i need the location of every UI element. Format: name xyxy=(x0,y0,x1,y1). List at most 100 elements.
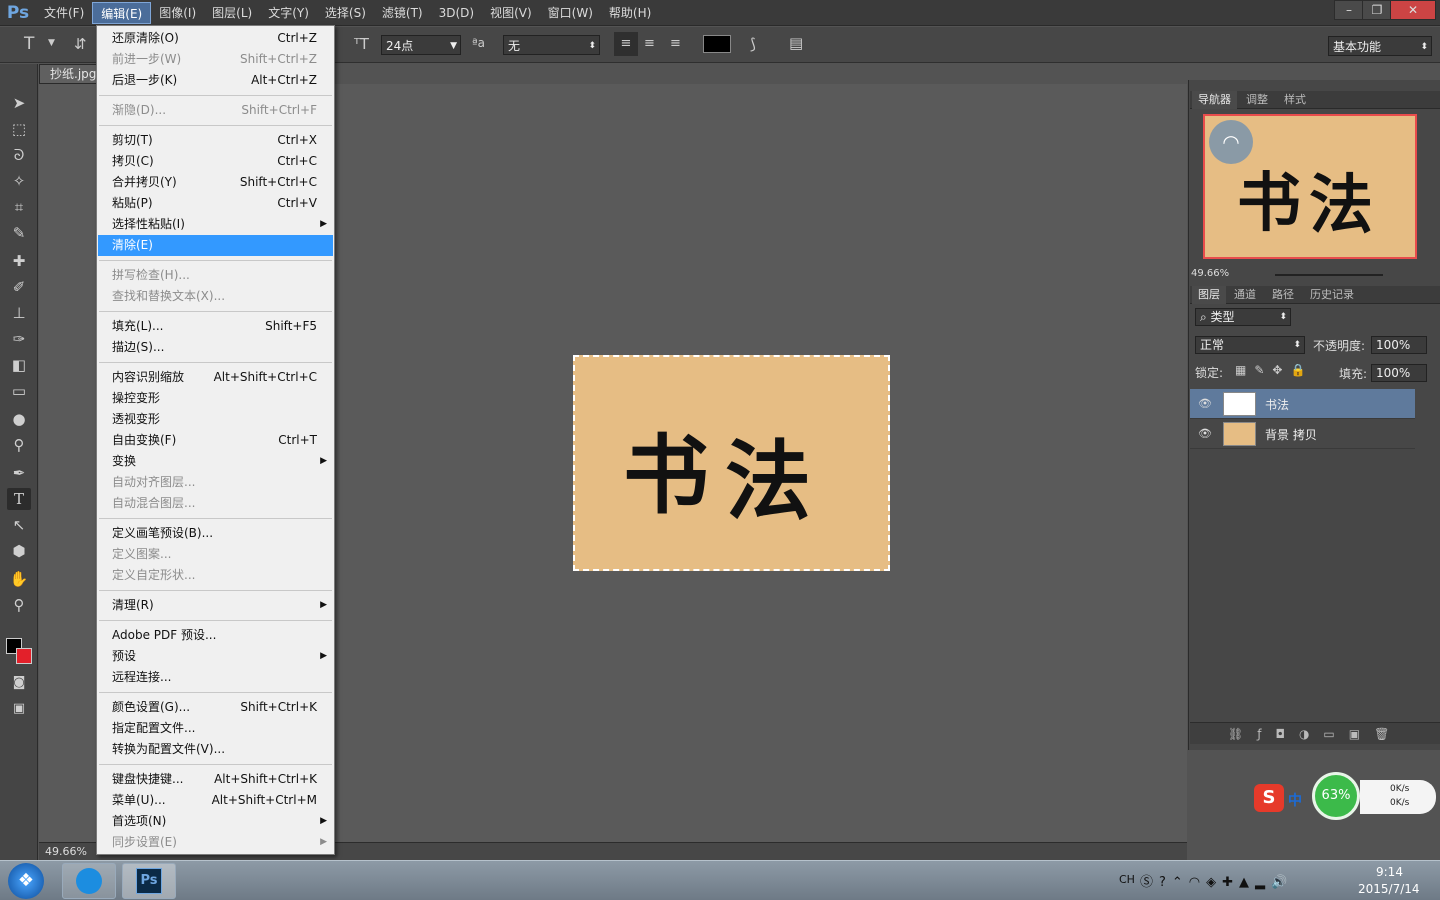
edit-menu-item[interactable]: 渐隐(D)... Shift+Ctrl+F xyxy=(98,100,333,121)
edit-menu-item[interactable]: 清除(E) xyxy=(98,235,333,256)
edit-menu-item[interactable]: 远程连接... xyxy=(98,667,333,688)
tab-navigator[interactable]: 导航器 xyxy=(1192,91,1237,109)
opacity-field[interactable]: 100% xyxy=(1371,336,1427,354)
visibility-eye-icon[interactable]: 👁 xyxy=(1198,397,1212,410)
eyedropper-tool-icon[interactable]: ✎ xyxy=(7,222,31,244)
edit-menu-item[interactable]: 菜单(U)... Alt+Shift+Ctrl+M xyxy=(98,790,333,811)
navigator-zoom-slider[interactable] xyxy=(1275,274,1383,276)
move-tool-icon[interactable]: ➤ xyxy=(7,92,31,114)
edit-menu-item[interactable]: 清理(R) ▶ xyxy=(98,595,333,616)
blend-mode-select[interactable]: 正常 ⬍ xyxy=(1195,336,1305,354)
speed-ball[interactable]: 63% xyxy=(1312,772,1360,820)
edit-menu-item[interactable]: 还原清除(O) Ctrl+Z xyxy=(98,28,333,49)
document-image[interactable]: 书 法 xyxy=(573,355,890,571)
sogou-ime-icon[interactable]: S xyxy=(1254,784,1284,812)
edit-menu-item[interactable]: 前进一步(W) Shift+Ctrl+Z xyxy=(98,49,333,70)
antialias-select[interactable]: 无 ⬍ xyxy=(503,35,600,55)
edit-menu-item[interactable]: 键盘快捷键... Alt+Shift+Ctrl+K xyxy=(98,769,333,790)
tray-icons[interactable]: Ⓢ?⌃◠◈✚▲▂🔊 xyxy=(1140,871,1293,890)
workspace-select[interactable]: 基本功能 ⬍ xyxy=(1328,36,1432,56)
status-zoom[interactable]: 49.66% xyxy=(45,845,87,858)
brush-tool-icon[interactable]: ✐ xyxy=(7,276,31,298)
clock-date[interactable]: 2015/7/14 xyxy=(1358,882,1420,896)
edit-menu-item[interactable]: 拷贝(C) Ctrl+C xyxy=(98,151,333,172)
edit-menu-item[interactable]: 转换为配置文件(V)... xyxy=(98,739,333,760)
minimize-button[interactable]: – xyxy=(1334,0,1364,20)
history-brush-tool-icon[interactable]: ✑ xyxy=(7,328,31,350)
close-button[interactable]: ✕ xyxy=(1390,0,1436,20)
menu-1[interactable]: 编辑(E) xyxy=(92,1,152,24)
edit-menu-item[interactable]: 操控变形 xyxy=(98,388,333,409)
tab-history[interactable]: 历史记录 xyxy=(1304,286,1360,304)
menu-0[interactable]: 文件(F) xyxy=(36,2,92,24)
edit-menu-item[interactable]: 填充(L)... Shift+F5 xyxy=(98,316,333,337)
start-button-icon[interactable]: ❖ xyxy=(8,863,44,899)
warp-text-icon[interactable]: ⟆ xyxy=(750,35,756,53)
healing-brush-tool-icon[interactable]: ✚ xyxy=(7,250,31,272)
hand-tool-icon[interactable]: ✋ xyxy=(7,568,31,590)
edit-menu-item[interactable]: 预设 ▶ xyxy=(98,646,333,667)
edit-menu-item[interactable]: 内容识别缩放 Alt+Shift+Ctrl+C xyxy=(98,367,333,388)
blur-tool-icon[interactable]: ● xyxy=(7,408,31,430)
navigator-preview[interactable]: ◠ 书 法 xyxy=(1203,114,1417,259)
edit-menu-item[interactable]: 剪切(T) Ctrl+X xyxy=(98,130,333,151)
menu-6[interactable]: 滤镜(T) xyxy=(374,2,431,24)
edit-menu-item[interactable]: 自动混合图层... xyxy=(98,493,333,514)
menu-4[interactable]: 文字(Y) xyxy=(260,2,317,24)
edit-menu-item[interactable]: 拼写检查(H)... xyxy=(98,265,333,286)
marquee-tool-icon[interactable]: ⬚ xyxy=(7,118,31,140)
ime-mode[interactable]: 中 xyxy=(1288,790,1302,810)
toggle-orientation-icon[interactable]: ⇵ xyxy=(74,35,87,53)
edit-menu-item[interactable]: 变换 ▶ xyxy=(98,451,333,472)
menu-9[interactable]: 窗口(W) xyxy=(540,2,601,24)
edit-menu-item[interactable]: 定义画笔预设(B)... xyxy=(98,523,333,544)
restore-button[interactable]: ❐ xyxy=(1362,0,1392,20)
edit-menu-item[interactable]: 首选项(N) ▶ xyxy=(98,811,333,832)
type-tool-icon[interactable]: T xyxy=(24,34,34,54)
path-selection-tool-icon[interactable]: ↖ xyxy=(7,514,31,536)
edit-menu-item[interactable]: 定义图案... xyxy=(98,544,333,565)
menu-5[interactable]: 选择(S) xyxy=(317,2,374,24)
edit-menu-item[interactable]: 颜色设置(G)... Shift+Ctrl+K xyxy=(98,697,333,718)
edit-menu-item[interactable]: 同步设置(E) ▶ xyxy=(98,832,333,853)
eraser-tool-icon[interactable]: ◧ xyxy=(7,354,31,376)
menu-2[interactable]: 图像(I) xyxy=(151,2,204,24)
lasso-tool-icon[interactable]: ᘐ xyxy=(7,144,31,166)
layer-filter-select[interactable]: ⌕ 类型 ⬍ xyxy=(1195,308,1291,326)
gradient-tool-icon[interactable]: ▭ xyxy=(7,380,31,402)
screen-mode-icon[interactable]: ▣ xyxy=(7,698,31,720)
edit-menu-item[interactable]: 粘贴(P) Ctrl+V xyxy=(98,193,333,214)
align-right-icon[interactable]: ≡ xyxy=(670,36,681,51)
pen-tool-icon[interactable]: ✒ xyxy=(7,462,31,484)
menu-7[interactable]: 3D(D) xyxy=(431,2,482,24)
menu-10[interactable]: 帮助(H) xyxy=(601,2,659,24)
edit-menu-item[interactable]: 定义自定形状... xyxy=(98,565,333,586)
clock-time[interactable]: 9:14 xyxy=(1376,865,1403,879)
fill-field[interactable]: 100% xyxy=(1371,364,1427,382)
edit-menu-item[interactable]: Adobe PDF 预设... xyxy=(98,625,333,646)
tab-adjustments[interactable]: 调整 xyxy=(1240,91,1274,109)
layer-row-calligraphy[interactable]: 👁 书法 xyxy=(1190,389,1415,419)
edit-menu-item[interactable]: 指定配置文件... xyxy=(98,718,333,739)
type-tool-icon[interactable]: T xyxy=(7,488,31,510)
tool-preset-caret-icon[interactable]: ▼ xyxy=(48,38,55,48)
taskbar-app-photoshop[interactable]: Ps xyxy=(122,863,176,899)
edit-menu-item[interactable]: 描边(S)... xyxy=(98,337,333,358)
background-color-swatch[interactable] xyxy=(16,648,32,664)
document-tab[interactable]: 抄纸.jpg xyxy=(39,64,99,84)
visibility-eye-icon[interactable]: 👁 xyxy=(1198,427,1212,440)
dodge-tool-icon[interactable]: ⚲ xyxy=(7,434,31,456)
tab-layers[interactable]: 图层 xyxy=(1192,286,1226,304)
edit-menu-item[interactable]: 自由变换(F) Ctrl+T xyxy=(98,430,333,451)
crop-tool-icon[interactable]: ⌗ xyxy=(7,196,31,218)
menu-3[interactable]: 图层(L) xyxy=(204,2,260,24)
font-size-select[interactable]: 24点 ▼ xyxy=(381,35,461,55)
menu-8[interactable]: 视图(V) xyxy=(482,2,540,24)
shape-tool-icon[interactable]: ⬢ xyxy=(7,540,31,562)
edit-menu-item[interactable]: 合并拷贝(Y) Shift+Ctrl+C xyxy=(98,172,333,193)
edit-menu-item[interactable]: 透视变形 xyxy=(98,409,333,430)
clone-stamp-tool-icon[interactable]: ⊥ xyxy=(7,302,31,324)
align-left-icon[interactable]: ≡ xyxy=(614,32,638,56)
tab-paths[interactable]: 路径 xyxy=(1266,286,1300,304)
language-indicator[interactable]: CH xyxy=(1119,873,1135,886)
